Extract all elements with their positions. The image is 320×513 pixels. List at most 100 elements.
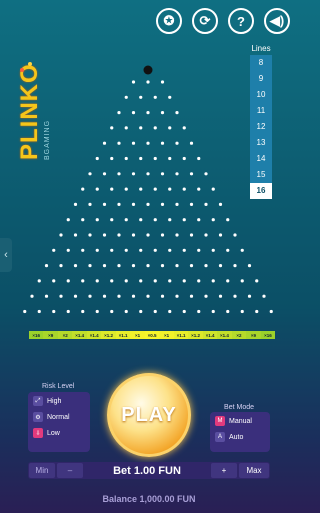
- increase-bet-button[interactable]: +: [211, 463, 237, 478]
- risk-normal-icon: ⚙: [33, 412, 43, 422]
- peg: [110, 126, 114, 130]
- risk-title: Risk Level: [42, 383, 75, 390]
- risk-option-high[interactable]: ⤢ High: [33, 396, 85, 406]
- play-button[interactable]: PLAY: [107, 373, 191, 457]
- peg: [160, 294, 165, 298]
- peg: [110, 309, 114, 314]
- peg: [110, 248, 114, 252]
- peg: [204, 294, 208, 298]
- sound-icon[interactable]: ◀): [264, 8, 290, 34]
- multiplier-bucket: ×9: [43, 331, 58, 339]
- top-toolbar: ✪ ⟳ ? ◀): [156, 8, 290, 34]
- peg: [117, 172, 121, 176]
- risk-option-low[interactable]: ⇩ Low: [33, 428, 85, 438]
- peg: [175, 111, 179, 115]
- bet-mode-label: Manual: [229, 417, 252, 425]
- risk-option-label: High: [47, 397, 62, 405]
- peg: [59, 294, 63, 298]
- peg: [197, 279, 201, 283]
- peg: [102, 172, 107, 176]
- risk-option-label: Low: [47, 429, 60, 437]
- peg: [110, 279, 114, 283]
- peg: [197, 156, 201, 161]
- multiplier-bucket: ×0.5: [144, 331, 160, 339]
- peg: [146, 233, 150, 237]
- decrease-bet-button[interactable]: –: [57, 463, 83, 478]
- peg: [102, 202, 107, 206]
- peg: [168, 95, 172, 99]
- peg: [88, 264, 92, 268]
- peg: [160, 233, 165, 237]
- peg: [117, 294, 121, 298]
- bet-mode-auto[interactable]: A Auto: [215, 432, 265, 442]
- peg: [233, 233, 237, 237]
- peg: [197, 218, 201, 222]
- peg: [73, 202, 78, 206]
- peg: [102, 264, 107, 268]
- peg: [52, 309, 56, 314]
- peg: [182, 187, 186, 191]
- control-panel: Risk Level ⤢ High ⚙ Normal ⇩ Low PLAY Bet Mod…: [0, 373, 298, 513]
- peg: [204, 202, 208, 206]
- peg: [182, 248, 186, 252]
- peg: [95, 279, 99, 283]
- peg: [52, 248, 56, 252]
- peg: [211, 248, 215, 252]
- medal-icon[interactable]: ✪: [156, 8, 182, 34]
- help-icon[interactable]: ?: [228, 8, 254, 34]
- peg: [146, 111, 150, 115]
- peg: [66, 218, 70, 222]
- peg: [59, 233, 63, 237]
- lines-title: Lines: [251, 44, 271, 53]
- peg: [124, 187, 128, 191]
- peg: [160, 202, 165, 206]
- multiplier-bucket: ×1.4: [217, 331, 232, 339]
- history-icon[interactable]: ⟳: [192, 8, 218, 34]
- peg: [153, 156, 157, 161]
- peg: [44, 294, 49, 298]
- peg: [197, 309, 201, 314]
- bet-mode-title: Bet Mode: [224, 404, 254, 411]
- peg: [189, 264, 194, 268]
- multiplier-bucket: ×1.2: [101, 331, 116, 339]
- play-label: PLAY: [121, 403, 177, 426]
- peg: [168, 248, 172, 252]
- peg: [146, 80, 150, 84]
- risk-option-label: Normal: [47, 413, 70, 421]
- peg: [153, 309, 157, 314]
- multiplier-bucket: ×16: [260, 331, 276, 339]
- peg: [175, 294, 179, 298]
- peg: [124, 248, 128, 252]
- peg: [139, 187, 143, 191]
- peg: [88, 202, 92, 206]
- peg: [37, 279, 41, 283]
- peg: [102, 294, 107, 298]
- risk-option-normal[interactable]: ⚙ Normal: [33, 412, 85, 422]
- plinko-board: [23, 65, 273, 314]
- peg: [153, 279, 157, 283]
- peg: [88, 233, 92, 237]
- peg: [44, 264, 49, 268]
- peg: [131, 294, 136, 298]
- peg: [189, 294, 194, 298]
- peg: [81, 309, 85, 314]
- peg: [160, 264, 165, 268]
- peg: [73, 233, 78, 237]
- peg: [139, 218, 143, 222]
- peg: [73, 294, 78, 298]
- bet-mode-manual[interactable]: M Manual: [215, 416, 265, 426]
- peg: [175, 141, 179, 145]
- max-bet-button[interactable]: Max: [239, 463, 269, 478]
- peg: [95, 248, 99, 252]
- min-bet-button[interactable]: Min: [29, 463, 55, 478]
- peg: [226, 309, 230, 314]
- multiplier-bucket: ×1: [159, 331, 174, 339]
- peg: [226, 279, 230, 283]
- peg: [117, 111, 121, 115]
- peg: [262, 294, 266, 298]
- peg: [102, 141, 107, 145]
- peg: [153, 218, 157, 222]
- peg: [23, 309, 27, 314]
- peg: [30, 294, 34, 298]
- bet-amount: Bet 1.00 FUN: [113, 464, 181, 477]
